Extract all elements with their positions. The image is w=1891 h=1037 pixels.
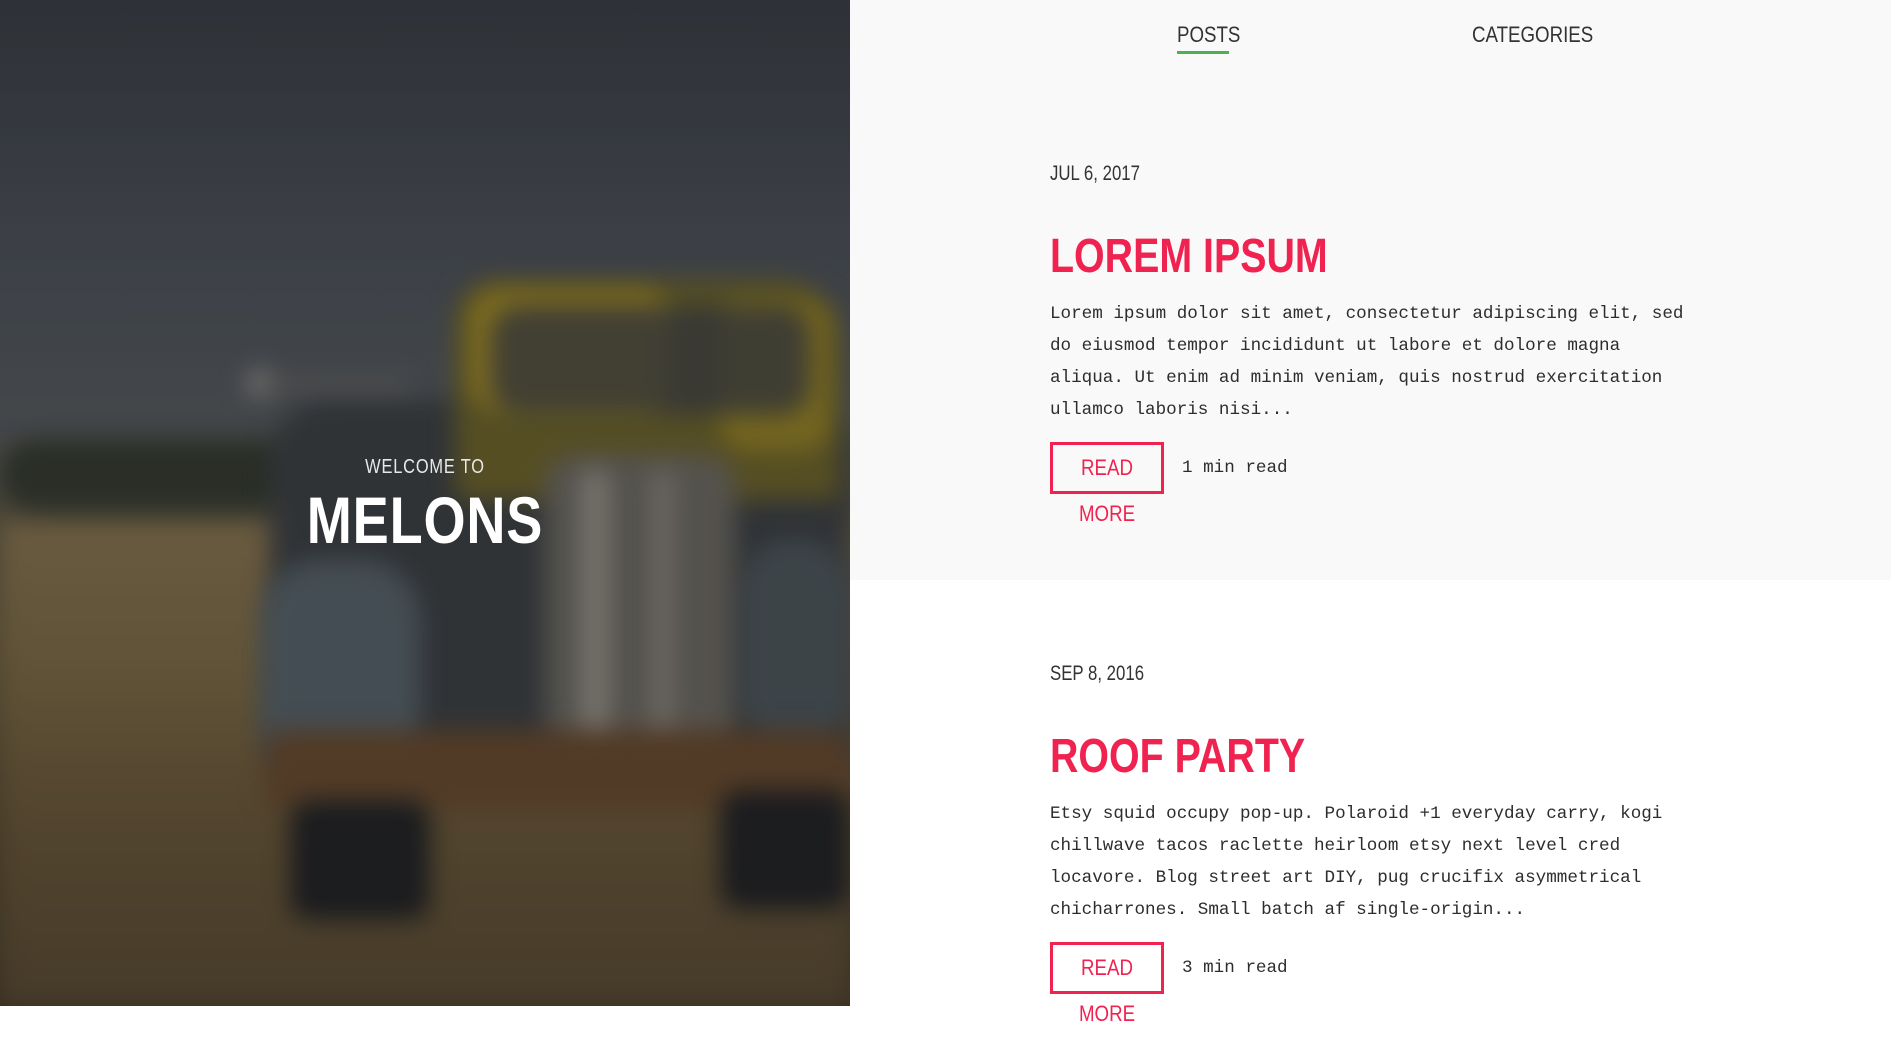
hero-image: WELCOME TO MELONS [0,0,850,1006]
tab-categories[interactable]: CATEGORIES [1472,22,1593,48]
read-more-label: READ MORE [1078,455,1136,526]
content-panel: POSTS CATEGORIES JUL 6, 2017 LOREM IPSUM… [850,0,1891,1026]
post-excerpt: Etsy squid occupy pop-up. Polaroid +1 ev… [1050,804,1663,920]
tab-posts-active-underline [1177,51,1229,54]
post-title[interactable]: LOREM IPSUM [1050,229,1328,284]
hero-text: WELCOME TO MELONS [0,0,850,1006]
top-nav: POSTS CATEGORIES [850,0,1891,70]
hero-welcome: WELCOME TO [365,456,485,478]
post-excerpt: Lorem ipsum dolor sit amet, consectetur … [1050,304,1684,420]
tab-posts[interactable]: POSTS [1177,22,1240,48]
read-more-button[interactable]: READ MORE [1050,442,1164,526]
read-time: 3 min read [1182,958,1288,978]
post-card: SEP 8, 2016 ROOF PARTY Etsy squid occupy… [850,580,1891,1026]
post-date: JUL 6, 2017 [1050,162,1140,185]
read-time: 1 min read [1182,458,1288,478]
site-title: MELONS [306,483,544,557]
read-more-button[interactable]: READ MORE [1050,942,1164,1026]
read-more-label: READ MORE [1078,955,1136,1026]
post-card: JUL 6, 2017 LOREM IPSUM Lorem ipsum dolo… [850,70,1891,580]
post-date: SEP 8, 2016 [1050,662,1145,685]
post-title[interactable]: ROOF PARTY [1050,729,1305,784]
